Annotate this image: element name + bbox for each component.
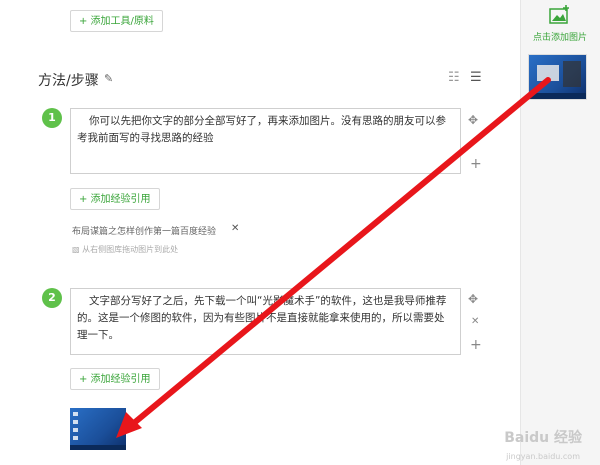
move-handle-icon[interactable]: ✥ — [468, 292, 478, 306]
step-2-text: 文字部分写好了之后，先下载一个叫“光影魔术手”的软件，这也是我导师推荐的。这是一… — [77, 295, 447, 341]
image-drop-hint: ▧ 从右侧图库拖动图片到此处 — [72, 244, 178, 255]
add-reference-label: + 添加经验引用 — [79, 374, 151, 385]
add-tool-material-button[interactable]: + 添加工具/原料 — [70, 10, 163, 32]
editor-main: + 添加工具/原料 方法/步骤 ✎ ☷ ☰ 1 你可以先把你文字的部分全部写好了… — [0, 0, 520, 465]
add-image-icon — [549, 5, 569, 24]
add-step-icon[interactable]: + — [470, 156, 482, 172]
delete-step-icon[interactable]: ✕ — [471, 316, 479, 327]
edit-pencil-icon[interactable]: ✎ — [104, 72, 113, 85]
desktop-windows-image — [529, 61, 586, 99]
add-tool-material-label: + 添加工具/原料 — [79, 16, 154, 27]
add-step-icon[interactable]: + — [470, 337, 482, 353]
add-image-button[interactable]: 点击添加图片 — [520, 4, 600, 43]
drop-hint-text: 从右侧图库拖动图片到此处 — [82, 245, 179, 254]
remove-reference-icon[interactable]: ✕ — [231, 223, 239, 234]
baidu-watermark-url: jingyan.baidu.com — [506, 452, 580, 461]
list-bullet-icon[interactable]: ☰ — [470, 70, 482, 85]
step-2-image-thumbnail[interactable] — [70, 408, 126, 450]
add-reference-label: + 添加经验引用 — [79, 194, 151, 205]
move-handle-icon[interactable]: ✥ — [468, 113, 478, 127]
step-1-text-input[interactable]: 你可以先把你文字的部分全部写好了，再来添加图片。没有思路的朋友可以参考我前面写的… — [70, 108, 461, 174]
desktop-icons-image — [70, 412, 126, 450]
add-reference-button[interactable]: + 添加经验引用 — [70, 188, 160, 210]
step-number-badge: 1 — [42, 108, 62, 128]
list-numbered-icon[interactable]: ☷ — [448, 70, 460, 85]
library-image-thumbnail[interactable] — [528, 54, 587, 100]
add-reference-button[interactable]: + 添加经验引用 — [70, 368, 160, 390]
step-1-text: 你可以先把你文字的部分全部写好了，再来添加图片。没有思路的朋友可以参考我前面写的… — [77, 115, 446, 144]
step-2-text-input[interactable]: 文字部分写好了之后，先下载一个叫“光影魔术手”的软件，这也是我导师推荐的。这是一… — [70, 288, 461, 355]
baidu-watermark-logo: Baidu 经验 — [504, 430, 582, 446]
add-image-label: 点击添加图片 — [532, 33, 587, 43]
reference-title-link[interactable]: 布局谋篇之怎样创作第一篇百度经验 — [72, 224, 216, 237]
image-placeholder-icon: ▧ — [72, 245, 83, 254]
section-title: 方法/步骤 — [38, 73, 99, 89]
step-number-badge: 2 — [42, 288, 62, 308]
